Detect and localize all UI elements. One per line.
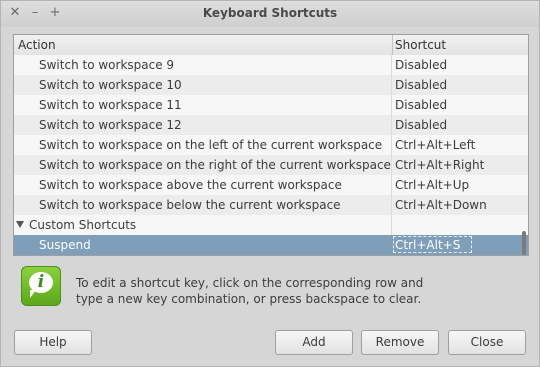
help-button[interactable]: Help <box>14 330 92 355</box>
shortcut-row[interactable]: Switch to workspace 12 Disabled <box>14 115 528 135</box>
info-message: To edit a shortcut key, click on the cor… <box>76 275 516 307</box>
action-cell: Switch to workspace above the current wo… <box>39 178 342 192</box>
add-button[interactable]: Add <box>275 330 353 355</box>
shortcut-cell[interactable]: Ctrl+Alt+Right <box>395 158 484 172</box>
action-cell: Switch to workspace 12 <box>39 118 182 132</box>
column-separator <box>391 55 392 75</box>
expander-arrow-icon[interactable] <box>16 221 24 228</box>
info-line-2: type a new key combination, or press bac… <box>76 292 422 306</box>
column-separator <box>391 195 392 215</box>
info-bubble-icon: i <box>21 266 61 306</box>
shortcut-cell[interactable]: Disabled <box>395 118 447 132</box>
shortcut-cell[interactable]: Disabled <box>395 58 447 72</box>
action-cell: Switch to workspace on the right of the … <box>39 158 391 172</box>
action-cell: Switch to workspace 9 <box>39 58 175 72</box>
action-cell: Switch to workspace on the left of the c… <box>39 138 383 152</box>
shortcut-cell[interactable]: Ctrl+Alt+Left <box>395 138 475 152</box>
column-separator <box>391 155 392 175</box>
shortcut-cell[interactable]: Disabled <box>395 78 447 92</box>
remove-button[interactable]: Remove <box>361 330 439 355</box>
vertical-scrollbar[interactable] <box>522 231 526 255</box>
tree-header: Action Shortcut <box>14 35 528 56</box>
shortcut-row[interactable]: Switch to workspace on the right of the … <box>14 155 528 175</box>
shortcut-cell[interactable]: Ctrl+Alt+S <box>395 238 460 252</box>
speech-bubble-tail <box>30 290 36 298</box>
title-bar: ✕ – + Keyboard Shortcuts <box>1 1 539 27</box>
shortcut-cell[interactable]: Ctrl+Alt+Up <box>395 178 469 192</box>
column-header-action[interactable]: Action <box>18 38 56 52</box>
column-separator <box>391 175 392 195</box>
shortcut-row[interactable]: Switch to workspace above the current wo… <box>14 175 528 195</box>
shortcut-cell[interactable]: Disabled <box>395 98 447 112</box>
column-separator <box>391 75 392 95</box>
tree-rows: Switch to workspace 9 Disabled Switch to… <box>14 55 528 255</box>
column-header-shortcut[interactable]: Shortcut <box>395 38 446 52</box>
close-button[interactable]: Close <box>448 330 526 355</box>
shortcut-row[interactable]: Switch to workspace on the left of the c… <box>14 135 528 155</box>
action-cell: Switch to workspace 10 <box>39 78 182 92</box>
group-label: Custom Shortcuts <box>29 218 137 232</box>
shortcut-row-selected[interactable]: Suspend Ctrl+Alt+S <box>14 235 528 255</box>
column-separator <box>391 95 392 115</box>
action-cell: Suspend <box>39 238 91 252</box>
column-separator <box>391 115 392 135</box>
group-row-custom-shortcuts[interactable]: Custom Shortcuts <box>14 215 528 235</box>
shortcut-cell[interactable]: Ctrl+Alt+Down <box>395 198 487 212</box>
shortcut-row[interactable]: Switch to workspace below the current wo… <box>14 195 528 215</box>
shortcut-row[interactable]: Switch to workspace 10 Disabled <box>14 75 528 95</box>
shortcut-row[interactable]: Switch to workspace 9 Disabled <box>14 55 528 75</box>
action-cell: Switch to workspace 11 <box>39 98 182 112</box>
column-separator <box>391 215 392 235</box>
shortcuts-tree-view[interactable]: Action Shortcut Switch to workspace 9 Di… <box>13 34 529 256</box>
window-title: Keyboard Shortcuts <box>202 6 338 20</box>
column-separator <box>391 135 392 155</box>
column-divider[interactable] <box>392 35 393 55</box>
shortcut-row[interactable]: Switch to workspace 11 Disabled <box>14 95 528 115</box>
keyboard-shortcuts-window: ✕ – + Keyboard Shortcuts Action Shortcut… <box>0 0 540 367</box>
info-line-1: To edit a shortcut key, click on the cor… <box>76 276 424 290</box>
action-cell: Switch to workspace below the current wo… <box>39 198 341 212</box>
